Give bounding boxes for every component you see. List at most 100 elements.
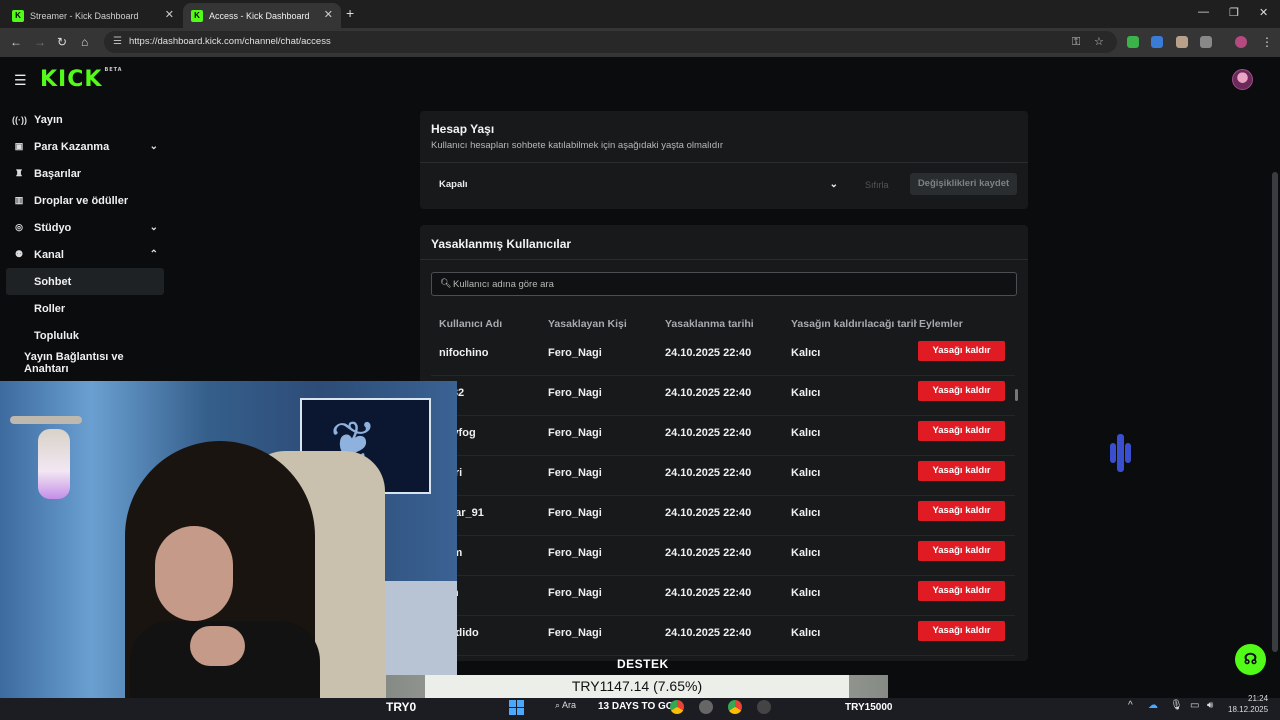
banned-search-input[interactable] (453, 276, 993, 292)
sidebar-item-label: Yayın Bağlantısı ve Anahtarı (24, 350, 124, 375)
microphone-tray-icon[interactable]: 🎙︎ (1170, 700, 1183, 711)
chrome-active-app-icon[interactable] (728, 700, 742, 714)
start-windows-icon[interactable] (509, 700, 524, 715)
cell-banned-by: Fero_Nagi (548, 547, 602, 559)
sidebar-item-para-kazanma[interactable]: ▣ Para Kazanma ⌄ (6, 133, 164, 160)
profile-avatar-icon[interactable] (1235, 36, 1247, 48)
donation-progress-text: TRY1147.14 (7.65%) (425, 675, 849, 698)
browser-menu-icon[interactable]: ⋮ (1261, 35, 1273, 49)
bookmark-star-icon[interactable]: ☆ (1094, 31, 1104, 53)
cell-unban-date: Kalıcı (791, 587, 821, 599)
clock-date: 18.12.2025 (1228, 705, 1269, 714)
site-info-icon[interactable]: ☰ (113, 31, 122, 53)
sidebar-item-label: Yayın (34, 113, 63, 126)
unban-button[interactable]: Yasağı kaldır (918, 341, 1005, 361)
volume-icon[interactable]: 🔊︎ (1207, 700, 1213, 711)
cell-ban-date: 24.10.2025 22:40 (665, 387, 752, 399)
sidebar-item-yayin[interactable]: ((·)) Yayın (6, 106, 164, 133)
table-row: en82 Fero_Nagi 24.10.2025 22:40 Kalıcı Y… (431, 376, 1015, 416)
user-avatar[interactable] (1232, 69, 1253, 90)
sidebar-item-basarilar[interactable]: ♜ Başarılar (6, 160, 164, 187)
unban-button[interactable]: Yasağı kaldır (918, 381, 1005, 401)
support-chat-button[interactable]: ☊ (1235, 644, 1266, 675)
sidebar-item-droplar[interactable]: ▥ Droplar ve ödüller (6, 187, 164, 214)
sidebar-subitem-topluluk[interactable]: Topluluk (6, 322, 164, 349)
shield-extension-icon[interactable] (1127, 36, 1139, 48)
obs-app-icon[interactable] (699, 700, 713, 714)
tab-label: Streamer - Kick Dashboard (30, 10, 139, 21)
banned-users-title: Yasaklanmış Kullanıcılar (431, 237, 572, 251)
account-age-select[interactable]: Kapalı ⌄ (431, 174, 846, 196)
minimize-icon[interactable]: — (1198, 6, 1209, 18)
banned-users-table: nifochino Fero_Nagi 24.10.2025 22:40 Kal… (431, 336, 1015, 656)
sidebar-item-label: Roller (34, 302, 66, 315)
chevron-down-icon: ⌄ (149, 141, 158, 152)
column-header-username[interactable]: Kullanıcı Adı (439, 318, 502, 330)
extensions-puzzle-icon[interactable] (1200, 36, 1212, 48)
unban-button[interactable]: Yasağı kaldır (918, 621, 1005, 641)
cell-ban-date: 24.10.2025 22:40 (665, 347, 752, 359)
translate-extension-icon[interactable] (1151, 36, 1163, 48)
url-field[interactable]: ☰ https://dashboard.kick.com/channel/cha… (104, 31, 1117, 53)
sidebar-item-stream-key[interactable]: Yayın Bağlantısı ve Anahtarı (6, 349, 164, 376)
new-tab-icon[interactable]: + (346, 5, 354, 21)
kick-favicon-icon: K (191, 9, 203, 22)
onedrive-icon[interactable]: ☁ (1148, 700, 1158, 711)
column-header-unban-date[interactable]: Yasağın kaldırılacağı tarih (791, 318, 920, 330)
donation-goal: TRY15000 (845, 702, 893, 713)
sidebar-item-studyo[interactable]: ◎ Stüdyo ⌄ (6, 214, 164, 241)
app-icon[interactable] (757, 700, 771, 714)
unban-button[interactable]: Yasağı kaldır (918, 461, 1005, 481)
taskbar-clock[interactable]: 21:24 18.12.2025 (1228, 693, 1268, 715)
sidebar-item-kanal[interactable]: ⚉ Kanal ⌃ (6, 241, 164, 268)
menu-hamburger-icon[interactable]: ☰ (14, 72, 27, 89)
taskbar-search[interactable]: ⌕ Ara (555, 700, 576, 711)
chrome-app-icon[interactable] (670, 700, 684, 714)
account-age-card: Hesap Yaşı Kullanıcı hesapları sohbete k… (420, 111, 1028, 209)
taskbar-search-label: Ara (562, 700, 577, 710)
unban-button[interactable]: Yasağı kaldır (918, 501, 1005, 521)
cookie-extension-icon[interactable] (1176, 36, 1188, 48)
page-scrollbar[interactable] (1272, 172, 1278, 652)
cell-ban-date: 24.10.2025 22:40 (665, 547, 752, 559)
cell-ban-date: 24.10.2025 22:40 (665, 627, 752, 639)
restore-icon[interactable]: ❐ (1229, 6, 1239, 19)
donation-countdown: 13 DAYS TO GO (598, 701, 674, 712)
reload-icon[interactable]: ↻ (57, 35, 67, 49)
tray-chevron-icon[interactable]: ^ (1128, 700, 1133, 711)
unban-button[interactable]: Yasağı kaldır (918, 581, 1005, 601)
divider (420, 162, 1028, 163)
kick-logo[interactable]: KICK BETA (40, 67, 123, 92)
save-changes-button[interactable]: Değişiklikleri kaydet (910, 173, 1017, 195)
reset-button[interactable]: Sıfırla (865, 174, 889, 196)
column-header-ban-date[interactable]: Yasaklanma tarihi (665, 318, 754, 330)
close-tab-icon[interactable]: ✕ (165, 8, 174, 21)
close-window-icon[interactable]: ✕ (1259, 6, 1268, 19)
table-scrollbar[interactable] (1015, 389, 1018, 401)
tab-access[interactable]: K Access - Kick Dashboard ✕ (183, 3, 341, 28)
unban-button[interactable]: Yasağı kaldır (918, 541, 1005, 561)
back-icon[interactable]: ← (10, 35, 22, 49)
password-key-icon[interactable]: ⚿ (1072, 31, 1080, 53)
table-row: airm Fero_Nagi 24.10.2025 22:40 Kalıcı Y… (431, 536, 1015, 576)
column-header-actions: Eylemler (917, 318, 963, 330)
tab-streamer[interactable]: K Streamer - Kick Dashboard ✕ (4, 3, 182, 28)
home-icon[interactable]: ⌂ (81, 35, 88, 49)
studio-icon: ◎ (15, 222, 23, 232)
cell-banned-by: Fero_Nagi (548, 587, 602, 599)
cell-unban-date: Kalıcı (791, 387, 821, 399)
broadcast-icon: ((·)) (12, 114, 27, 125)
cell-unban-date: Kalıcı (791, 507, 821, 519)
gift-icon: ▥ (14, 195, 24, 205)
sidebar-subitem-roller[interactable]: Roller (6, 295, 164, 322)
money-icon: ▣ (14, 141, 24, 151)
sidebar-item-label: Sohbet (34, 275, 72, 288)
sidebar-item-label: Topluluk (34, 329, 80, 342)
network-icon[interactable]: ▭ (1190, 700, 1199, 711)
sidebar-subitem-sohbet[interactable]: Sohbet (6, 268, 164, 295)
forward-icon[interactable]: → (34, 35, 46, 49)
column-header-banned-by[interactable]: Yasaklayan Kişi (548, 318, 627, 330)
trophy-icon: ♜ (14, 168, 24, 178)
unban-button[interactable]: Yasağı kaldır (918, 421, 1005, 441)
close-tab-icon[interactable]: ✕ (324, 8, 333, 21)
